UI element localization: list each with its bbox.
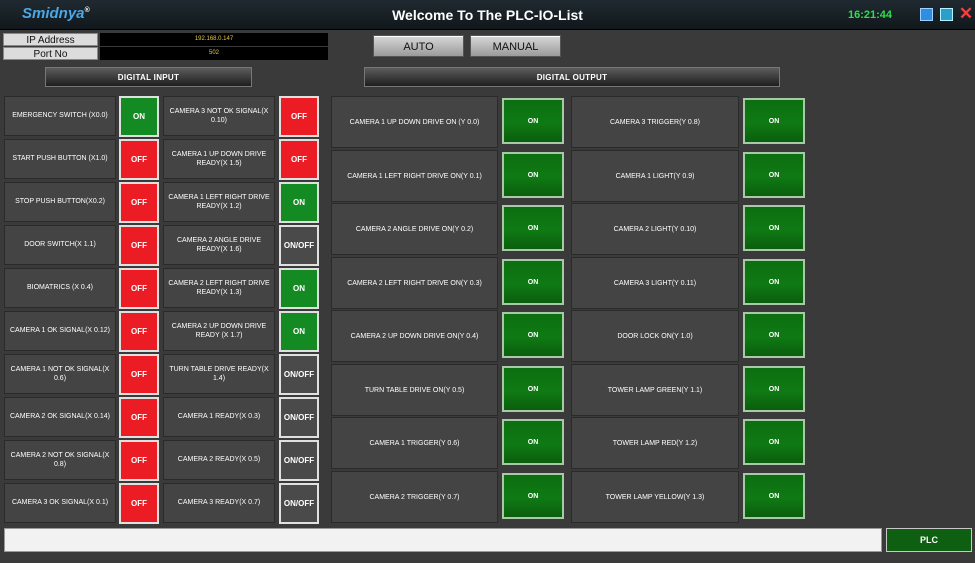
input-label: EMERGENCY SWITCH (X0.0) [4,96,116,136]
maximize-icon[interactable] [940,8,953,21]
output-label: CAMERA 2 LIGHT(Y 0.10) [571,203,739,255]
title-bar: Smidnya® Welcome To The PLC-IO-List 16:2… [0,0,975,30]
input-status-indicator[interactable]: OFF [119,440,159,481]
manual-button[interactable]: MANUAL [470,35,561,57]
output-label: CAMERA 3 TRIGGER(Y 0.8) [571,96,739,148]
output-toggle-button[interactable]: ON [502,473,564,519]
output-toggle-button[interactable]: ON [743,205,805,251]
input-label: STOP PUSH BUTTON(X0.2) [4,182,116,222]
input-status-indicator[interactable]: ON [279,311,319,352]
output-label: CAMERA 2 LEFT RIGHT DRIVE ON(Y 0.3) [331,257,498,309]
window-title: Welcome To The PLC-IO-List [392,7,583,23]
output-toggle-button[interactable]: ON [743,312,805,358]
input-status-indicator[interactable]: OFF [119,483,159,524]
output-label: CAMERA 1 LIGHT(Y 0.9) [571,150,739,202]
ip-address-label: IP Address [3,33,98,46]
output-toggle-button[interactable]: ON [502,312,564,358]
digital-output-header: DIGITAL OUTPUT [364,67,780,87]
input-status-indicator[interactable]: ON/OFF [279,397,319,438]
port-label: Port No [3,47,98,60]
input-status-indicator[interactable]: ON [279,182,319,223]
input-label: CAMERA 2 UP DOWN DRIVE READY (X 1.7) [163,311,275,351]
output-toggle-button[interactable]: ON [743,419,805,465]
output-label: TOWER LAMP RED(Y 1.2) [571,417,739,469]
input-label: CAMERA 1 OK SIGNAL(X 0.12) [4,311,116,351]
output-toggle-button[interactable]: ON [502,205,564,251]
output-label: TOWER LAMP GREEN(Y 1.1) [571,364,739,416]
input-label: CAMERA 3 OK SIGNAL(X 0.1) [4,483,116,523]
output-label: TOWER LAMP YELLOW(Y 1.3) [571,471,739,523]
input-label: CAMERA 2 ANGLE DRIVE READY(X 1.6) [163,225,275,265]
input-status-indicator[interactable]: OFF [119,139,159,180]
minimize-icon[interactable] [920,8,933,21]
input-label: CAMERA 1 READY(X 0.3) [163,397,275,437]
digital-input-header: DIGITAL INPUT [45,67,252,87]
input-status-indicator[interactable]: ON/OFF [279,225,319,266]
input-label: TURN TABLE DRIVE READY(X 1.4) [163,354,275,394]
clock: 16:21:44 [848,9,893,21]
input-status-indicator[interactable]: OFF [119,354,159,395]
input-status-indicator[interactable]: ON [279,268,319,309]
output-toggle-button[interactable]: ON [502,419,564,465]
output-label: CAMERA 3 LIGHT(Y 0.11) [571,257,739,309]
output-toggle-button[interactable]: ON [743,98,805,144]
output-toggle-button[interactable]: ON [502,152,564,198]
output-label: CAMERA 2 ANGLE DRIVE ON(Y 0.2) [331,203,498,255]
input-label: CAMERA 3 NOT OK SIGNAL(X 0.10) [163,96,275,136]
input-label: DOOR SWITCH(X 1.1) [4,225,116,265]
input-label: CAMERA 1 NOT OK SIGNAL(X 0.6) [4,354,116,394]
input-status-indicator[interactable]: OFF [119,311,159,352]
input-label: CAMERA 1 UP DOWN DRIVE READY(X 1.5) [163,139,275,179]
output-label: CAMERA 1 UP DOWN DRIVE ON (Y 0.0) [331,96,498,148]
input-label: CAMERA 2 NOT OK SIGNAL(X 0.8) [4,440,116,480]
input-label: START PUSH BUTTON (X1.0) [4,139,116,179]
output-toggle-button[interactable]: ON [743,366,805,412]
input-label: BIOMATRICS (X 0.4) [4,268,116,308]
input-status-indicator[interactable]: OFF [279,139,319,180]
plc-button[interactable]: PLC [886,528,972,552]
output-label: CAMERA 2 UP DOWN DRIVE ON(Y 0.4) [331,310,498,362]
close-icon[interactable]: ✕ [958,5,974,23]
input-status-indicator[interactable]: ON/OFF [279,440,319,481]
input-status-indicator[interactable]: ON [119,96,159,137]
input-label: CAMERA 2 LEFT RIGHT DRIVE READY(X 1.3) [163,268,275,308]
input-label: CAMERA 3 READY(X 0.7) [163,483,275,523]
output-toggle-button[interactable]: ON [502,98,564,144]
output-toggle-button[interactable]: ON [743,152,805,198]
status-message-field[interactable] [4,528,882,552]
input-label: CAMERA 2 READY(X 0.5) [163,440,275,480]
output-toggle-button[interactable]: ON [743,473,805,519]
output-label: DOOR LOCK ON(Y 1.0) [571,310,739,362]
auto-button[interactable]: AUTO [373,35,464,57]
input-status-indicator[interactable]: OFF [119,182,159,223]
input-status-indicator[interactable]: OFF [119,397,159,438]
output-label: CAMERA 2 TRIGGER(Y 0.7) [331,471,498,523]
input-status-indicator[interactable]: OFF [279,96,319,137]
output-label: CAMERA 1 TRIGGER(Y 0.6) [331,417,498,469]
output-toggle-button[interactable]: ON [502,259,564,305]
input-label: CAMERA 1 LEFT RIGHT DRIVE READY(X 1.2) [163,182,275,222]
output-toggle-button[interactable]: ON [502,366,564,412]
input-status-indicator[interactable]: ON/OFF [279,483,319,524]
input-status-indicator[interactable]: OFF [119,268,159,309]
port-field[interactable]: 502 [100,47,328,60]
output-label: TURN TABLE DRIVE ON(Y 0.5) [331,364,498,416]
input-status-indicator[interactable]: ON/OFF [279,354,319,395]
input-label: CAMERA 2 OK SIGNAL(X 0.14) [4,397,116,437]
output-toggle-button[interactable]: ON [743,259,805,305]
output-label: CAMERA 1 LEFT RIGHT DRIVE ON(Y 0.1) [331,150,498,202]
ip-address-field[interactable]: 192.168.0.147 [100,33,328,46]
input-status-indicator[interactable]: OFF [119,225,159,266]
